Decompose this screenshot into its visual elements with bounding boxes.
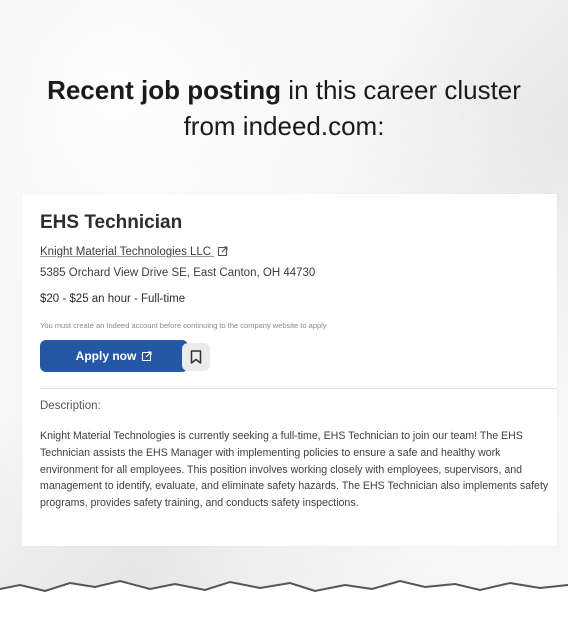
save-job-button[interactable] — [182, 343, 210, 371]
job-address: 5385 Orchard View Drive SE, East Canton,… — [40, 267, 316, 279]
apply-now-label: Apply now — [75, 349, 137, 363]
apply-now-button[interactable]: Apply now — [40, 340, 188, 372]
apply-notice: You must create an Indeed account before… — [40, 321, 327, 330]
job-posting-card: EHS Technician Knight Material Technolog… — [22, 194, 557, 546]
external-link-icon — [218, 246, 228, 256]
job-salary: $20 - $25 an hour - Full-time — [40, 293, 186, 305]
company-name: Knight Material Technologies LLC — [40, 246, 212, 258]
bookmark-icon — [190, 350, 202, 364]
section-heading: Recent job posting in this career cluste… — [20, 72, 548, 144]
divider — [40, 388, 557, 389]
heading-bold: Recent job posting — [47, 75, 282, 105]
description-text: Knight Material Technologies is currentl… — [40, 430, 549, 510]
job-title: EHS Technician — [40, 212, 183, 233]
external-link-icon — [142, 351, 152, 361]
company-link[interactable]: Knight Material Technologies LLC — [40, 246, 228, 258]
description-label: Description: — [40, 400, 101, 412]
torn-paper-edge — [0, 579, 568, 627]
